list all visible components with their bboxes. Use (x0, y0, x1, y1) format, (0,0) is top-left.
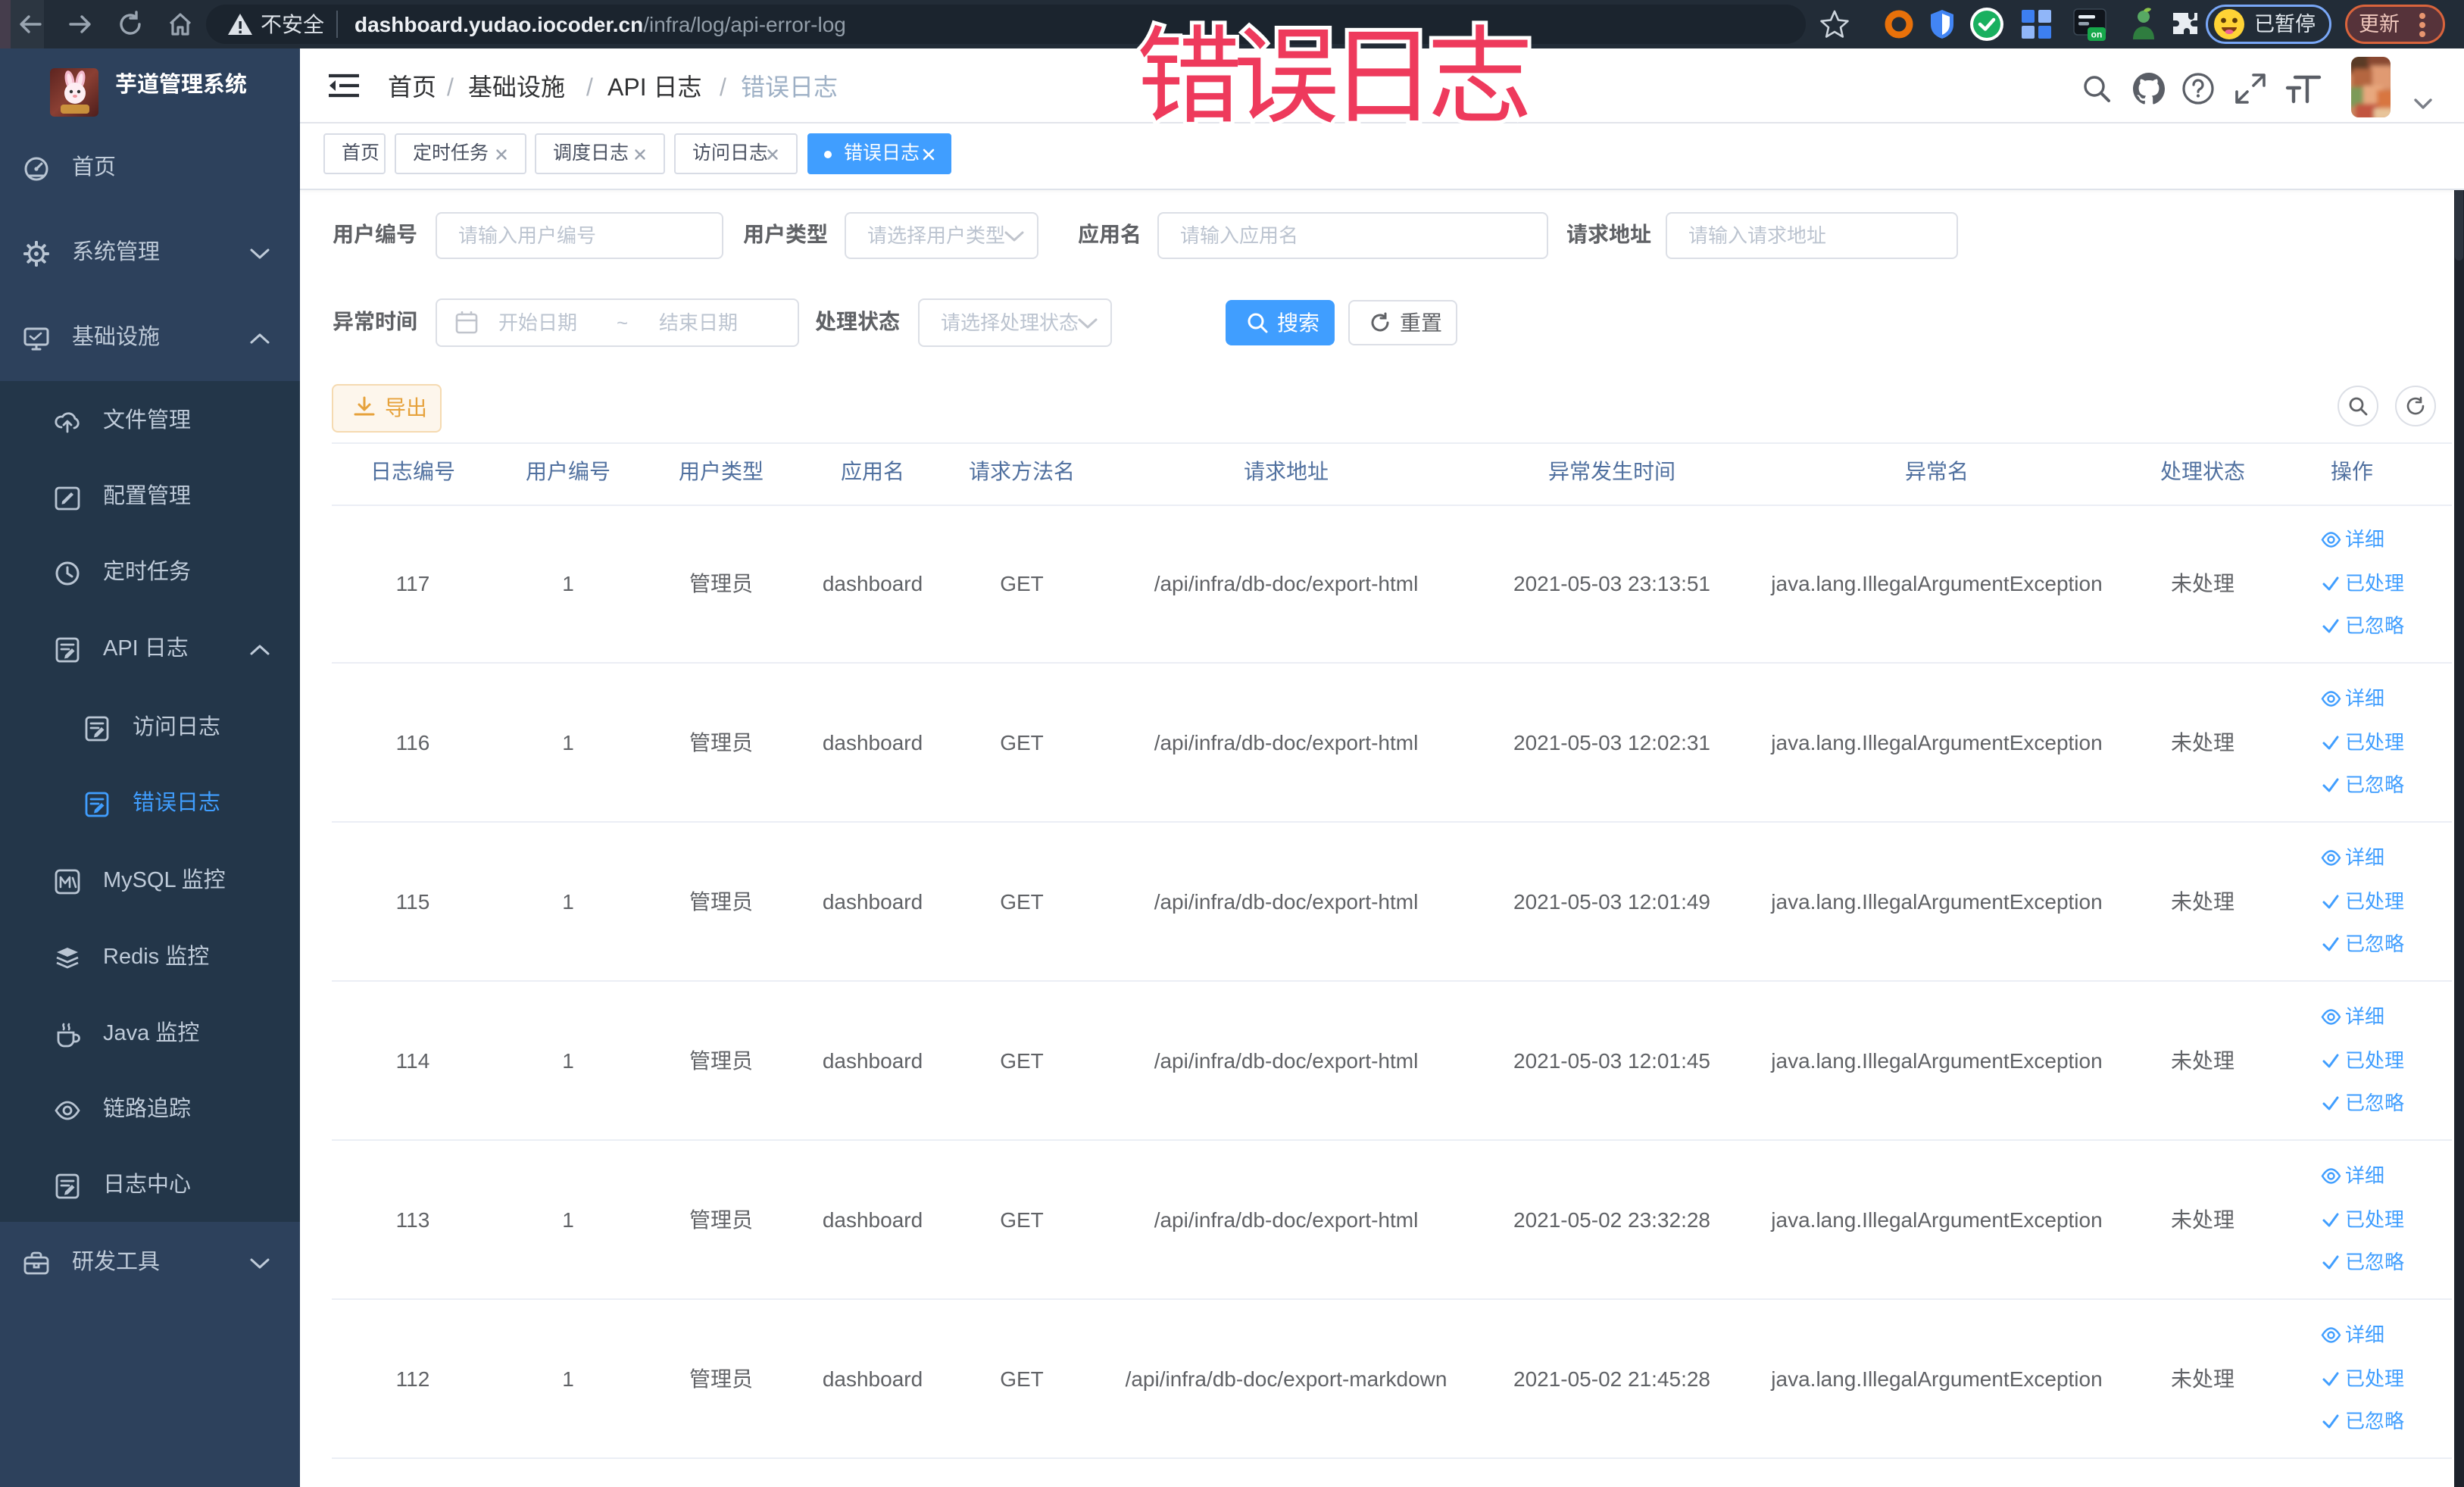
svg-text:on: on (2091, 30, 2103, 40)
